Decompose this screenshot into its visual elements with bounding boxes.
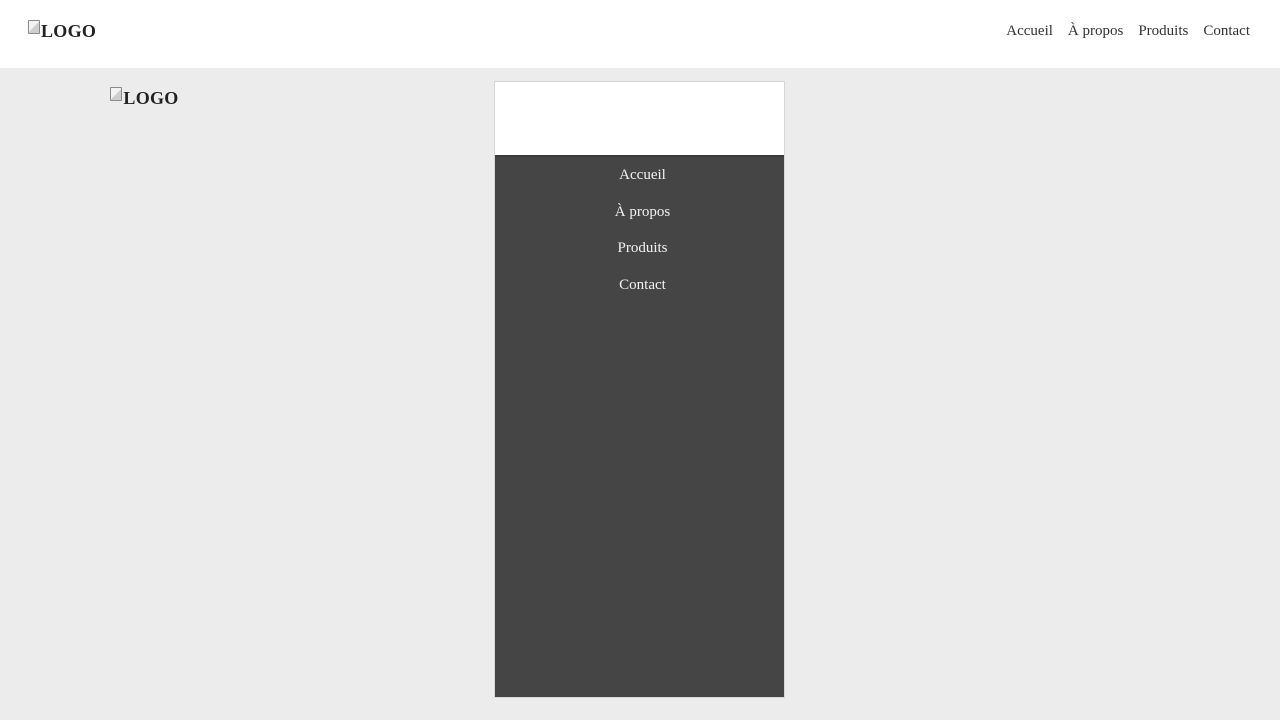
header-logo[interactable]: LOGO [28, 19, 97, 42]
top-header: LOGO Accueil À propos Produits Contact [0, 0, 1280, 68]
mobile-nav-produits[interactable]: Produits [495, 230, 784, 267]
mobile-nav-accueil[interactable]: Accueil [495, 157, 784, 194]
mobile-preview-logo[interactable]: LOGO [110, 86, 179, 109]
header-nav-contact[interactable]: Contact [1203, 23, 1250, 40]
broken-image-icon [28, 19, 40, 34]
header-nav: Accueil À propos Produits Contact [1006, 23, 1250, 40]
mobile-preview-panel: Accueil À propos Produits Contact [495, 82, 784, 697]
header-nav-produits[interactable]: Produits [1138, 23, 1188, 40]
header-nav-a-propos[interactable]: À propos [1068, 23, 1123, 40]
mobile-preview-header [495, 82, 784, 157]
header-nav-accueil[interactable]: Accueil [1006, 23, 1053, 40]
mobile-nav-a-propos[interactable]: À propos [495, 194, 784, 231]
mobile-preview-nav: Accueil À propos Produits Contact [495, 157, 784, 303]
header-logo-alt-text: LOGO [41, 21, 97, 41]
mobile-nav-contact[interactable]: Contact [495, 267, 784, 304]
broken-image-icon [110, 86, 123, 101]
mobile-preview-logo-alt-text: LOGO [123, 88, 179, 108]
